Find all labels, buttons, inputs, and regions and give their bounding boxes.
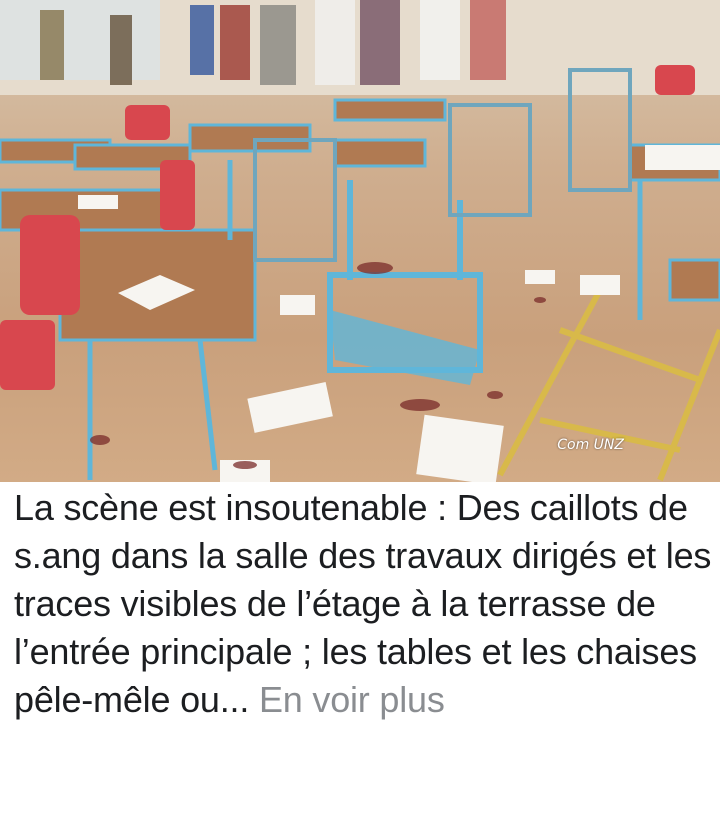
post-card: Com UNZ La scène est insoutenable : Des … <box>0 0 720 840</box>
post-photo[interactable]: Com UNZ <box>0 0 720 482</box>
photo-watermark: Com UNZ <box>557 437 624 453</box>
see-more-link[interactable]: En voir plus <box>259 679 445 720</box>
post-text: La scène est insoutenable : Des caillots… <box>14 484 714 724</box>
classroom-scene-illustration <box>0 0 720 482</box>
